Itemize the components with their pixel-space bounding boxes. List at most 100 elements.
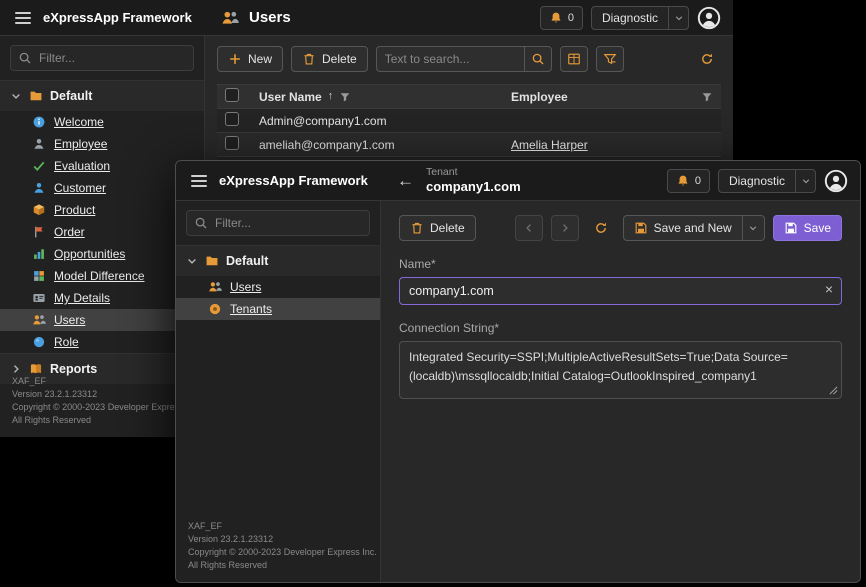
account-avatar-icon[interactable]: [824, 169, 848, 193]
fg-filter-field: [186, 210, 370, 236]
next-record-button[interactable]: [551, 215, 579, 241]
users-icon: [32, 313, 46, 327]
about-version: Version 23.2.1.23312: [188, 533, 378, 546]
delete-button-label: Delete: [430, 221, 465, 235]
sidebar-item-label: Tenants: [230, 302, 272, 316]
sidebar-item-label: Role: [54, 335, 79, 349]
notifications-count: 0: [568, 12, 574, 24]
diagnostic-button[interactable]: Diagnostic: [591, 6, 669, 30]
delete-button[interactable]: Delete: [291, 46, 368, 72]
diagnostic-button[interactable]: Diagnostic: [718, 169, 796, 193]
sidebar-item-users[interactable]: Users: [0, 309, 204, 331]
row-checkbox[interactable]: [225, 112, 239, 126]
chevron-left-icon: [523, 222, 535, 234]
sidebar-item-label: Welcome: [54, 115, 104, 129]
save-and-new-chevron-button[interactable]: [743, 215, 765, 241]
clear-icon[interactable]: ×: [825, 282, 833, 296]
sidebar-filter-input[interactable]: [10, 45, 194, 71]
diagnostic-dropdown: Diagnostic: [718, 169, 816, 193]
sidebar-item-label: Users: [54, 313, 85, 327]
sidebar-item-evaluation[interactable]: Evaluation: [0, 155, 204, 177]
users-icon: [221, 9, 239, 27]
diagnostic-chevron-button[interactable]: [669, 6, 689, 30]
filter-editor-button[interactable]: [596, 46, 624, 72]
users-toolbar: New Delete: [217, 46, 721, 72]
previous-record-button[interactable]: [515, 215, 543, 241]
sidebar-item-welcome[interactable]: Welcome: [0, 111, 204, 133]
sidebar-item-employee[interactable]: Employee: [0, 133, 204, 155]
notifications-count: 0: [695, 175, 701, 187]
table-header-row: User Name ↑ Employee: [217, 85, 721, 109]
refresh-icon: [700, 52, 714, 66]
menu-icon[interactable]: [15, 12, 31, 24]
id-card-icon: [32, 291, 46, 305]
about-rights: All Rights Reserved: [188, 559, 378, 572]
sidebar-item-role[interactable]: Role: [0, 331, 204, 353]
chevron-right-icon: [559, 222, 571, 234]
column-chooser-button[interactable]: [560, 46, 588, 72]
user-name-cell: ameliah@company1.com: [251, 133, 503, 157]
column-label: Employee: [511, 90, 568, 104]
sidebar-filter-input[interactable]: [186, 210, 370, 236]
resize-grip-icon[interactable]: [828, 385, 839, 396]
trash-icon: [410, 221, 424, 235]
sidebar-item-label: Employee: [54, 137, 107, 151]
about-app-id: XAF_EF: [188, 520, 378, 533]
info-icon: [32, 115, 46, 129]
save-and-new-button[interactable]: Save and New: [623, 215, 743, 241]
row-checkbox[interactable]: [225, 136, 239, 150]
sidebar-item-customer[interactable]: Customer: [0, 177, 204, 199]
delete-button-label: Delete: [322, 52, 357, 66]
back-arrow-icon[interactable]: ←: [397, 172, 414, 189]
tenant-detail-window: eXpressApp Framework ← Tenant company1.c…: [175, 160, 861, 583]
filter-editor-icon: [603, 52, 617, 66]
sidebar-group-default[interactable]: Default: [176, 245, 380, 276]
grid-search-input[interactable]: [376, 46, 524, 72]
sort-asc-icon[interactable]: ↑: [328, 91, 334, 102]
connection-string-input[interactable]: Integrated Security=SSPI;MultipleActiveR…: [399, 341, 842, 399]
filter-funnel-icon[interactable]: [339, 91, 351, 103]
column-header-user-name[interactable]: User Name ↑: [251, 85, 503, 109]
notifications-button[interactable]: 0: [667, 169, 710, 193]
refresh-button[interactable]: [693, 46, 721, 72]
sidebar-item-users[interactable]: Users: [176, 276, 380, 298]
name-input[interactable]: [399, 277, 842, 305]
save-button[interactable]: Save: [773, 215, 842, 241]
sidebar-group-default[interactable]: Default: [0, 80, 204, 111]
about-info: XAF_EF Version 23.2.1.23312 Copyright © …: [188, 520, 378, 572]
sidebar-item-product[interactable]: Product: [0, 199, 204, 221]
notifications-button[interactable]: 0: [540, 6, 583, 30]
sidebar-item-model-difference[interactable]: Model Difference: [0, 265, 204, 287]
flag-icon: [32, 225, 46, 239]
sidebar-item-opportunities[interactable]: Opportunities: [0, 243, 204, 265]
delete-button[interactable]: Delete: [399, 215, 476, 241]
table-row[interactable]: ameliah@company1.com Amelia Harper: [217, 133, 721, 157]
about-copyright: Copyright © 2000-2023 Developer Express …: [188, 546, 378, 559]
sidebar-item-label: Opportunities: [54, 247, 125, 261]
tenant-icon: [208, 302, 222, 316]
fg-topbar-controls: 0 Diagnostic: [667, 169, 848, 193]
diagnostic-chevron-button[interactable]: [796, 169, 816, 193]
about-app-id: XAF_EF: [12, 375, 202, 388]
search-icon: [194, 216, 208, 230]
refresh-button[interactable]: [587, 215, 615, 241]
search-icon: [531, 52, 545, 66]
app-title: eXpressApp Framework: [43, 10, 192, 25]
account-avatar-icon[interactable]: [697, 6, 721, 30]
select-all-checkbox[interactable]: [225, 88, 239, 102]
about-rights: All Rights Reserved: [12, 414, 202, 427]
sidebar-item-label: Evaluation: [54, 159, 110, 173]
grid-search-button[interactable]: [524, 46, 552, 72]
employee-link[interactable]: Amelia Harper: [511, 138, 588, 152]
refresh-icon: [594, 221, 608, 235]
new-button[interactable]: New: [217, 46, 283, 72]
menu-icon[interactable]: [191, 175, 207, 187]
column-header-employee[interactable]: Employee: [503, 85, 721, 109]
filter-funnel-icon[interactable]: [701, 91, 713, 103]
sidebar-item-my-details[interactable]: My Details: [0, 287, 204, 309]
chevron-right-icon: [10, 363, 22, 375]
fg-topbar: eXpressApp Framework ← Tenant company1.c…: [176, 161, 860, 201]
table-row[interactable]: Admin@company1.com: [217, 109, 721, 133]
sidebar-item-tenants[interactable]: Tenants: [176, 298, 380, 320]
sidebar-item-order[interactable]: Order: [0, 221, 204, 243]
